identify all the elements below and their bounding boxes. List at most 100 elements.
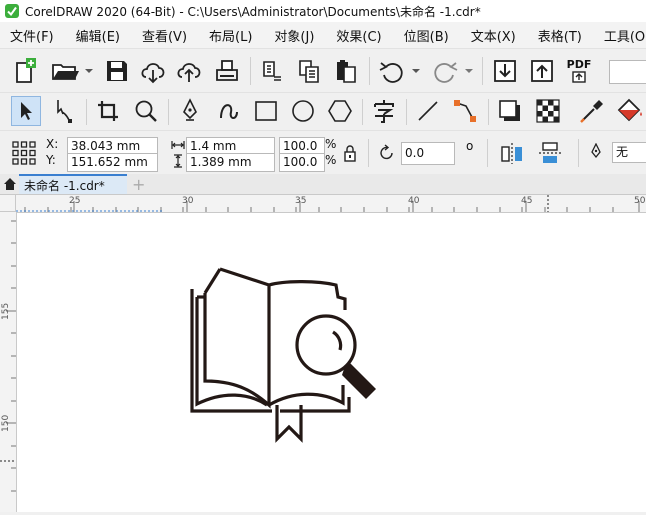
ruler-top-label-45: 45 — [521, 196, 533, 206]
mirror-horizontal-button[interactable] — [498, 139, 526, 167]
transparency-tool-button[interactable] — [533, 96, 563, 126]
height-arrows-icon — [174, 154, 182, 168]
lock-ratio-button[interactable] — [341, 143, 359, 163]
drawing-canvas[interactable] — [17, 213, 646, 512]
lock-icon — [344, 145, 356, 162]
outline-pen-icon — [591, 143, 601, 159]
ruler-top-label-50: 50 — [634, 196, 646, 206]
toolbar-separator — [86, 99, 87, 125]
scale-x-percent: % — [325, 137, 337, 151]
toolbar-separator — [487, 139, 488, 167]
redo-button[interactable] — [428, 56, 474, 86]
checkerboard-icon — [536, 99, 560, 123]
open-folder-icon — [52, 64, 93, 80]
ruler-top-label-30: 30 — [182, 196, 194, 206]
eyedropper-tool-button[interactable] — [577, 96, 607, 126]
scale-y-percent: % — [325, 153, 337, 167]
menu-edit[interactable]: 编辑(E) — [65, 26, 131, 45]
menu-effects[interactable]: 效果(C) — [325, 26, 392, 45]
interactive-fill-tool-button[interactable] — [614, 96, 646, 126]
mirror-horizontal-icon — [501, 143, 522, 164]
scale-y-input[interactable] — [279, 153, 325, 172]
text-tool-button[interactable] — [369, 96, 399, 126]
freehand-tool-button[interactable] — [175, 96, 205, 126]
welcome-home-button[interactable] — [2, 176, 18, 192]
line-tool-button[interactable] — [413, 96, 443, 126]
menu-object[interactable]: 对象(J) — [263, 26, 325, 45]
open-button[interactable] — [48, 56, 96, 86]
x-position-label: X: — [46, 137, 59, 151]
corel-connect-button[interactable] — [257, 56, 287, 86]
import-icon — [494, 60, 516, 82]
zoom-tool-button[interactable] — [131, 96, 161, 126]
cloud-export-button[interactable] — [174, 56, 204, 86]
toolbar-separator — [578, 139, 579, 167]
print-button[interactable] — [212, 56, 242, 86]
document-tab[interactable]: 未命名 -1.cdr* — [19, 174, 127, 194]
outline-width-select[interactable]: 无 — [612, 142, 646, 163]
add-tab-button[interactable]: + — [132, 175, 145, 194]
menu-text[interactable]: 文本(X) — [460, 26, 527, 45]
save-icon — [107, 61, 127, 81]
pen-nib-icon — [183, 98, 197, 121]
artistic-media-tool-button[interactable] — [213, 96, 243, 126]
paint-bucket-icon — [617, 98, 642, 122]
text-glyph-icon — [374, 100, 394, 123]
export-button[interactable] — [527, 56, 557, 86]
menu-table[interactable]: 表格(T) — [527, 26, 593, 45]
shape-node-icon — [57, 100, 72, 123]
drop-shadow-tool-button[interactable] — [495, 96, 525, 126]
open-book-magnifier-illustration[interactable] — [183, 263, 393, 445]
import-button[interactable] — [490, 56, 520, 86]
pick-tool-button[interactable] — [11, 96, 41, 126]
crop-icon — [98, 101, 118, 121]
pdf-label: PDF — [566, 58, 592, 71]
vertical-ruler[interactable]: 155 150 — [0, 195, 17, 512]
cloud-import-button[interactable] — [138, 56, 168, 86]
toolbar-separator — [406, 99, 407, 125]
menu-view[interactable]: 查看(V) — [131, 26, 198, 45]
toolbar-separator — [488, 99, 489, 125]
save-button[interactable] — [102, 56, 132, 86]
rectangle-tool-button[interactable] — [251, 96, 281, 126]
pointer-arrow-icon — [21, 102, 32, 120]
ellipse-icon — [292, 100, 314, 122]
horizontal-ruler[interactable]: 25 30 35 40 45 50 — [16, 195, 646, 213]
reference-point-button[interactable] — [10, 139, 38, 167]
copy-pages-icon — [299, 60, 319, 83]
ruler-top-label-25: 25 — [69, 196, 81, 206]
toolbar-separator — [482, 57, 483, 85]
menu-file[interactable]: 文件(F) — [0, 26, 65, 45]
cloud-download-icon — [141, 63, 165, 84]
ruler-top-label-35: 35 — [295, 196, 307, 206]
zoom-level-input[interactable] — [609, 60, 646, 84]
width-arrows-icon — [171, 141, 185, 149]
connector-tool-button[interactable] — [450, 96, 480, 126]
line-icon — [418, 101, 438, 121]
ruler-left-label-150: 150 — [1, 414, 11, 432]
paste-button[interactable] — [331, 56, 361, 86]
horizontal-ruler-ticks — [16, 195, 640, 212]
y-position-input[interactable] — [67, 153, 158, 172]
shape-tool-button[interactable] — [48, 96, 80, 126]
redo-icon — [434, 62, 473, 83]
rotation-angle-input[interactable] — [401, 142, 455, 165]
undo-button[interactable] — [375, 56, 421, 86]
copy-button[interactable] — [294, 56, 324, 86]
magnifier-icon — [135, 100, 157, 122]
height-input[interactable] — [186, 153, 275, 172]
new-document-button[interactable] — [10, 56, 40, 86]
ruler-origin-corner[interactable] — [0, 195, 16, 212]
rectangle-icon — [255, 101, 277, 121]
polygon-tool-button[interactable] — [325, 96, 355, 126]
menu-bitmaps[interactable]: 位图(B) — [393, 26, 460, 45]
menu-layout[interactable]: 布局(L) — [198, 26, 263, 45]
property-bar: X: Y: % % o — [0, 130, 646, 175]
clipboard-icon — [337, 60, 356, 83]
menu-tools[interactable]: 工具(O) — [593, 26, 646, 45]
crop-tool-button[interactable] — [93, 96, 123, 126]
publish-pdf-button[interactable]: PDF — [562, 56, 596, 86]
mirror-vertical-button[interactable] — [536, 139, 564, 167]
ellipse-tool-button[interactable] — [288, 96, 318, 126]
coreldraw-logo-icon — [5, 4, 19, 18]
